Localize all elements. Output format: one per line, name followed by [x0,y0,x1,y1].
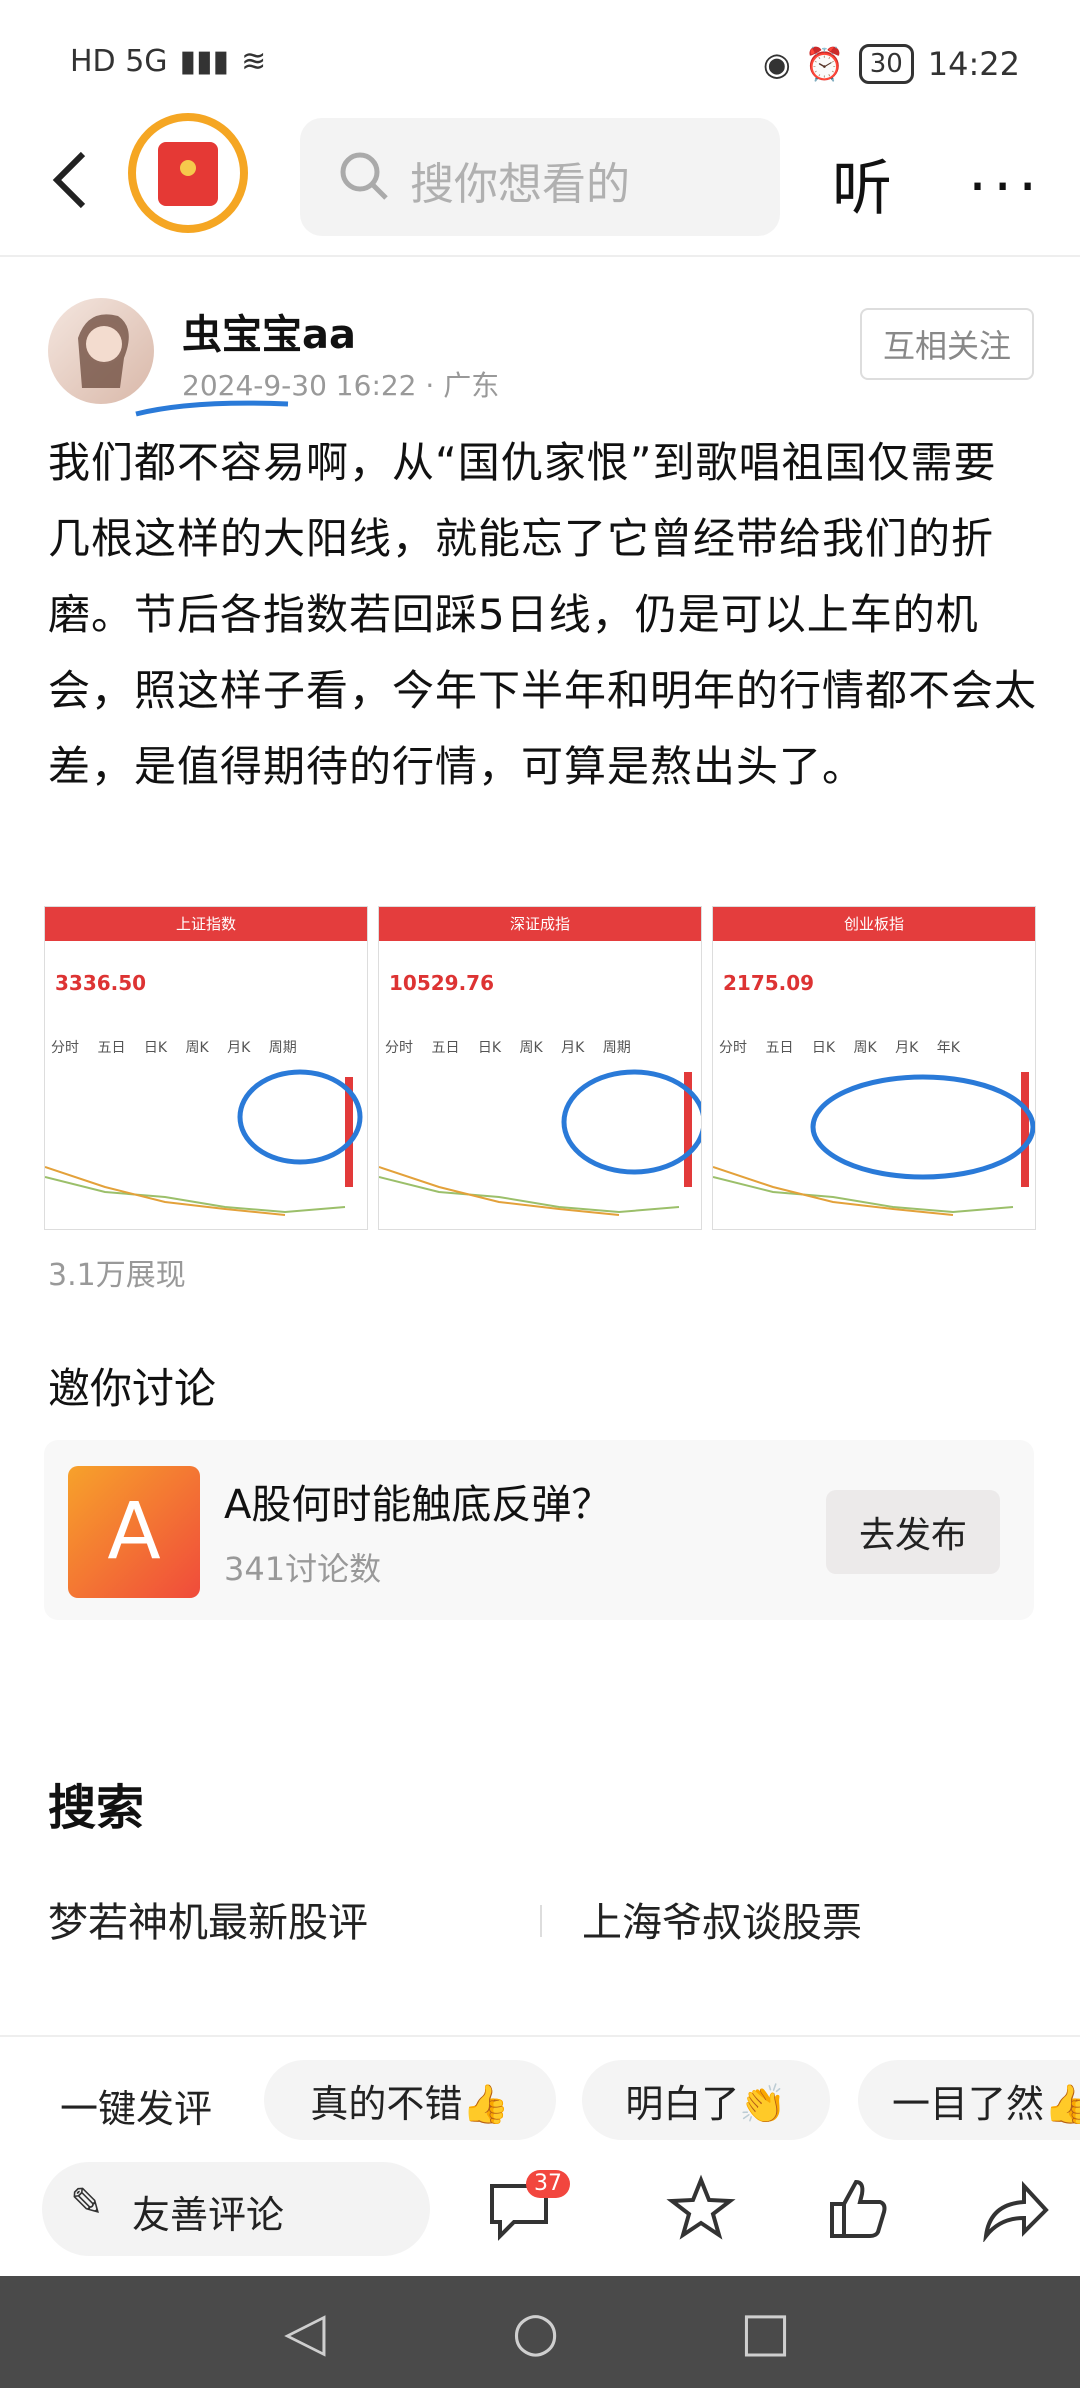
candlestick-graphic [713,1072,1035,1216]
image-tabs: 分时 五日 日K 周K 月K 年K [719,1040,960,1056]
avatar[interactable] [48,298,154,404]
signal-text: HD 5G [70,44,168,79]
chart-image-3[interactable]: 创业板指 2175.09 分时 五日 日K 周K 月K 年K [712,906,1036,1230]
post-images: 上证指数 3336.50 分时 五日 日K 周K 月K 周期 深证成指 1052… [44,906,1036,1230]
candlestick-graphic [379,1069,701,1216]
nav-recents-icon[interactable]: □ [740,2300,791,2363]
publish-button[interactable]: 去发布 [826,1490,1000,1574]
status-bar: HD 5G ▮▮▮ ≋ ◉ ⏰ 30 14:22 [0,0,1080,120]
image-price: 3336.50 [55,971,147,995]
pen-icon: ✎ [70,2180,104,2226]
alarm-icon: ⏰ [804,45,845,83]
topic-title: A股何时能触底反弹？ [224,1482,612,1528]
search-icon [340,152,388,200]
quick-comment-chip[interactable]: 真的不错👍 [264,2060,556,2140]
search-suggestion[interactable]: 上海爷叔谈股票 [582,1890,862,1948]
topic-count: 341讨论数 [224,1550,382,1588]
avatar-image [78,314,129,388]
eye-icon: ◉ [762,45,791,83]
wifi-icon: ≋ [241,44,267,79]
listen-button[interactable]: 听 [832,140,892,227]
author-name[interactable]: 虫宝宝aa [182,302,356,360]
time-text: 14:22 [927,45,1020,83]
chart-image-1[interactable]: 上证指数 3336.50 分时 五日 日K 周K 月K 周期 [44,906,368,1230]
star-icon[interactable] [666,2174,736,2244]
search-heading: 搜索 [48,1780,145,1836]
image-title: 上证指数 [45,907,367,941]
signal-icon: ▮▮▮ [179,44,230,79]
nav-back-icon[interactable]: ◁ [284,2300,326,2363]
red-packet-button[interactable] [125,110,251,240]
image-price: 10529.76 [389,971,495,995]
quick-comment-chip[interactable]: 一目了然👍 [858,2060,1080,2140]
search-placeholder: 搜你想看的 [410,159,630,210]
image-title: 深证成指 [379,907,701,941]
back-button[interactable] [45,148,105,228]
more-button[interactable]: ··· [968,152,1043,222]
underline-annotation [135,400,289,417]
divider [540,1905,542,1937]
comment-placeholder: 友善评论 [132,2193,285,2237]
red-packet-icon [128,113,248,233]
search-suggestion[interactable]: 梦若神机最新股评 [48,1890,368,1948]
quick-comment-label: 一键发评 [60,2087,213,2131]
chart-image-2[interactable]: 深证成指 10529.76 分时 五日 日K 周K 月K 周期 [378,906,702,1230]
candlestick-graphic [45,1069,363,1216]
post-content: 我们都不容易啊，从“国仇家恨”到歌唱祖国仅需要几根这样的大阳线，就能忘了它曾经带… [48,438,1038,791]
image-tabs: 分时 五日 日K 周K 月K 周期 [385,1040,631,1056]
chevron-left-icon [52,151,86,209]
image-price: 2175.09 [723,971,815,995]
status-left: HD 5G ▮▮▮ ≋ [70,44,266,79]
share-icon[interactable] [980,2178,1050,2242]
comment-count-badge: 37 [526,2170,570,2198]
image-title: 创业板指 [713,907,1035,941]
divider [0,2035,1080,2037]
topic-icon: A [68,1466,200,1598]
image-tabs: 分时 五日 日K 周K 月K 周期 [51,1040,297,1056]
invite-heading: 邀你讨论 [48,1364,217,1413]
quick-comment-chip[interactable]: 明白了👏 [582,2060,830,2140]
status-right: ◉ ⏰ 30 14:22 [763,44,1020,84]
follow-button[interactable]: 互相关注 [860,308,1034,380]
thumbs-up-icon[interactable] [822,2174,892,2244]
nav-home-icon[interactable]: ○ [512,2300,559,2363]
battery-indicator: 30 [858,44,914,84]
view-count: 3.1万展现 [48,1258,186,1293]
